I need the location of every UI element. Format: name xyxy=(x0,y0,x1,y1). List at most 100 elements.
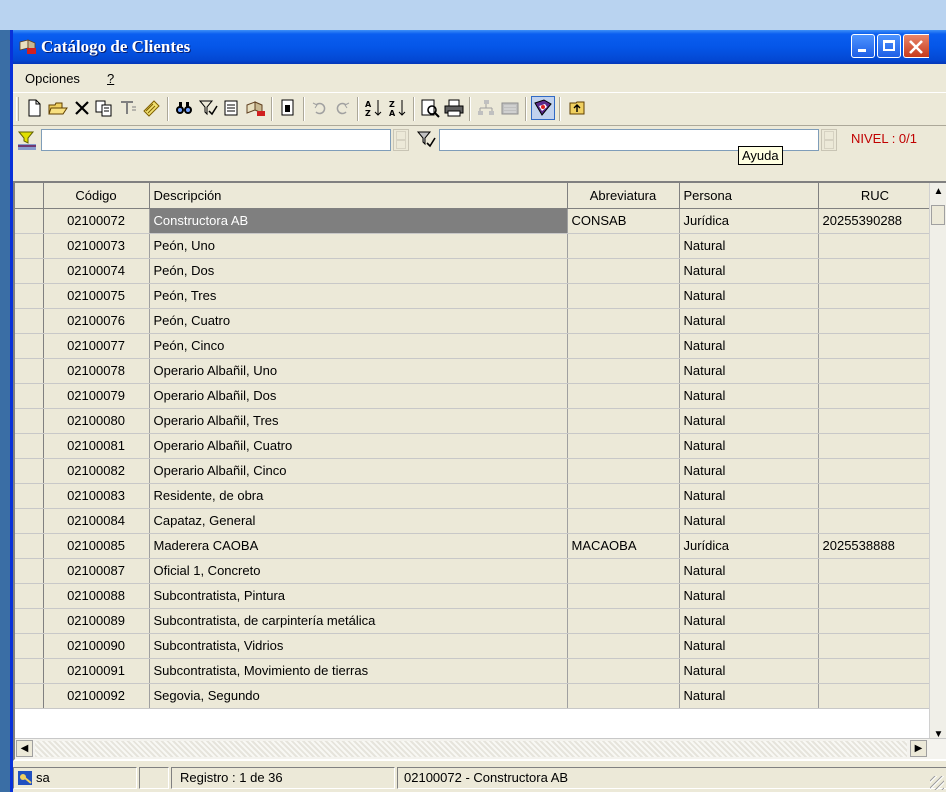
cell-abreviatura[interactable] xyxy=(567,508,680,534)
cell-ruc[interactable] xyxy=(818,608,933,634)
filter-button[interactable] xyxy=(197,97,219,119)
row-indicator[interactable] xyxy=(15,308,44,334)
cell-ruc[interactable] xyxy=(818,658,933,684)
cell-descripcion[interactable]: Subcontratista, Pintura xyxy=(149,583,568,609)
title-bar[interactable]: Catálogo de Clientes xyxy=(13,30,946,64)
table-row[interactable]: 02100073 Peón, Uno Natural xyxy=(15,233,933,259)
row-indicator[interactable] xyxy=(15,433,44,459)
cell-codigo[interactable]: 02100085 xyxy=(43,533,150,559)
table-row[interactable]: 02100091 Subcontratista, Movimiento de ti… xyxy=(15,658,933,684)
table-row[interactable]: 02100078 Operario Albañil, Uno Natural xyxy=(15,358,933,384)
scrollbar-thumb[interactable] xyxy=(931,205,945,225)
filter-column-button[interactable] xyxy=(117,97,139,119)
filter-funnel-icon[interactable] xyxy=(16,129,38,151)
cell-persona[interactable]: Natural xyxy=(679,608,819,634)
row-indicator[interactable] xyxy=(15,658,44,684)
column-header-codigo[interactable]: Código xyxy=(43,183,150,209)
table-row[interactable]: 02100085 Maderera CAOBA MACAOBA Jurídica 202… xyxy=(15,533,933,559)
row-indicator[interactable] xyxy=(15,558,44,584)
sort-desc-button[interactable]: ZA xyxy=(387,97,409,119)
cell-ruc[interactable] xyxy=(818,358,933,384)
cell-ruc[interactable]: 20255390288 xyxy=(818,208,933,234)
horizontal-scroll-track[interactable] xyxy=(35,741,907,757)
row-indicator[interactable] xyxy=(15,633,44,659)
cell-ruc[interactable] xyxy=(818,233,933,259)
row-indicator[interactable] xyxy=(15,258,44,284)
row-indicator[interactable] xyxy=(15,283,44,309)
cell-ruc[interactable] xyxy=(818,308,933,334)
row-indicator[interactable] xyxy=(15,533,44,559)
cell-descripcion[interactable]: Subcontratista, Vidrios xyxy=(149,633,568,659)
cell-abreviatura[interactable] xyxy=(567,583,680,609)
calculator-button[interactable] xyxy=(499,97,521,119)
minimize-button[interactable] xyxy=(851,34,875,58)
cell-persona[interactable]: Natural xyxy=(679,508,819,534)
row-indicator[interactable] xyxy=(15,208,44,234)
table-row[interactable]: 02100074 Peón, Dos Natural xyxy=(15,258,933,284)
horizontal-scrollbar[interactable]: ◀ ▶ xyxy=(15,738,946,759)
row-indicator[interactable] xyxy=(15,683,44,709)
cell-descripcion[interactable]: Constructora AB xyxy=(149,208,568,234)
scroll-up-arrow-icon[interactable]: ▲ xyxy=(930,183,946,200)
cell-descripcion[interactable]: Peón, Cuatro xyxy=(149,308,568,334)
cell-abreviatura[interactable]: CONSAB xyxy=(567,208,680,234)
cell-descripcion[interactable]: Operario Albañil, Cinco xyxy=(149,458,568,484)
cell-descripcion[interactable]: Peón, Uno xyxy=(149,233,568,259)
table-row[interactable]: 02100083 Residente, de obra Natural xyxy=(15,483,933,509)
cell-persona[interactable]: Natural xyxy=(679,333,819,359)
cell-abreviatura[interactable] xyxy=(567,408,680,434)
find-button[interactable] xyxy=(173,97,195,119)
maximize-button[interactable] xyxy=(877,34,901,58)
cell-abreviatura[interactable] xyxy=(567,658,680,684)
cell-abreviatura[interactable] xyxy=(567,283,680,309)
cell-ruc[interactable]: 2025538888 xyxy=(818,533,933,559)
row-indicator[interactable] xyxy=(15,508,44,534)
edit-button[interactable] xyxy=(141,97,163,119)
cell-codigo[interactable]: 02100091 xyxy=(43,658,150,684)
cell-codigo[interactable]: 02100077 xyxy=(43,333,150,359)
print-setup-button[interactable] xyxy=(221,97,243,119)
filter-input-left[interactable] xyxy=(41,129,391,151)
cell-descripcion[interactable]: Oficial 1, Concreto xyxy=(149,558,568,584)
menu-opciones[interactable]: Opciones xyxy=(25,71,80,86)
cell-persona[interactable]: Jurídica xyxy=(679,208,819,234)
cell-persona[interactable]: Jurídica xyxy=(679,533,819,559)
cell-codigo[interactable]: 02100082 xyxy=(43,458,150,484)
table-row[interactable]: 02100087 Oficial 1, Concreto Natural xyxy=(15,558,933,584)
menu-help[interactable]: ? xyxy=(107,71,114,86)
cell-persona[interactable]: Natural xyxy=(679,283,819,309)
cell-abreviatura[interactable] xyxy=(567,633,680,659)
row-indicator[interactable] xyxy=(15,358,44,384)
print-button[interactable] xyxy=(443,97,465,119)
cell-descripcion[interactable]: Peón, Cinco xyxy=(149,333,568,359)
vertical-scrollbar[interactable]: ▲ ▼ xyxy=(929,183,946,743)
cell-abreviatura[interactable] xyxy=(567,358,680,384)
cell-descripcion[interactable]: Operario Albañil, Cuatro xyxy=(149,433,568,459)
table-row[interactable]: 02100072 Constructora AB CONSAB Jurídica 202… xyxy=(15,208,933,234)
tree-button[interactable] xyxy=(475,97,497,119)
scroll-right-arrow-icon[interactable]: ▶ xyxy=(910,740,927,757)
cell-ruc[interactable] xyxy=(818,558,933,584)
cell-descripcion[interactable]: Segovia, Segundo xyxy=(149,683,568,709)
cell-ruc[interactable] xyxy=(818,683,933,709)
cell-ruc[interactable] xyxy=(818,633,933,659)
row-indicator[interactable] xyxy=(15,383,44,409)
cell-abreviatura[interactable] xyxy=(567,458,680,484)
row-indicator[interactable] xyxy=(15,408,44,434)
cell-persona[interactable]: Natural xyxy=(679,458,819,484)
close-button[interactable] xyxy=(903,34,929,58)
table-row[interactable]: 02100088 Subcontratista, Pintura Natural xyxy=(15,583,933,609)
cell-descripcion[interactable]: Subcontratista, de carpintería metálica xyxy=(149,608,568,634)
table-row[interactable]: 02100092 Segovia, Segundo Natural xyxy=(15,683,933,709)
notes-button[interactable] xyxy=(277,97,299,119)
undo-button[interactable] xyxy=(309,97,331,119)
cell-abreviatura[interactable] xyxy=(567,233,680,259)
client-button[interactable] xyxy=(245,97,267,119)
filter-spinner-left[interactable] xyxy=(393,129,409,151)
cell-persona[interactable]: Natural xyxy=(679,658,819,684)
cell-abreviatura[interactable] xyxy=(567,433,680,459)
row-indicator[interactable] xyxy=(15,458,44,484)
delete-button[interactable] xyxy=(71,97,93,119)
column-header-descripcion[interactable]: Descripción xyxy=(149,183,568,209)
cell-codigo[interactable]: 02100073 xyxy=(43,233,150,259)
